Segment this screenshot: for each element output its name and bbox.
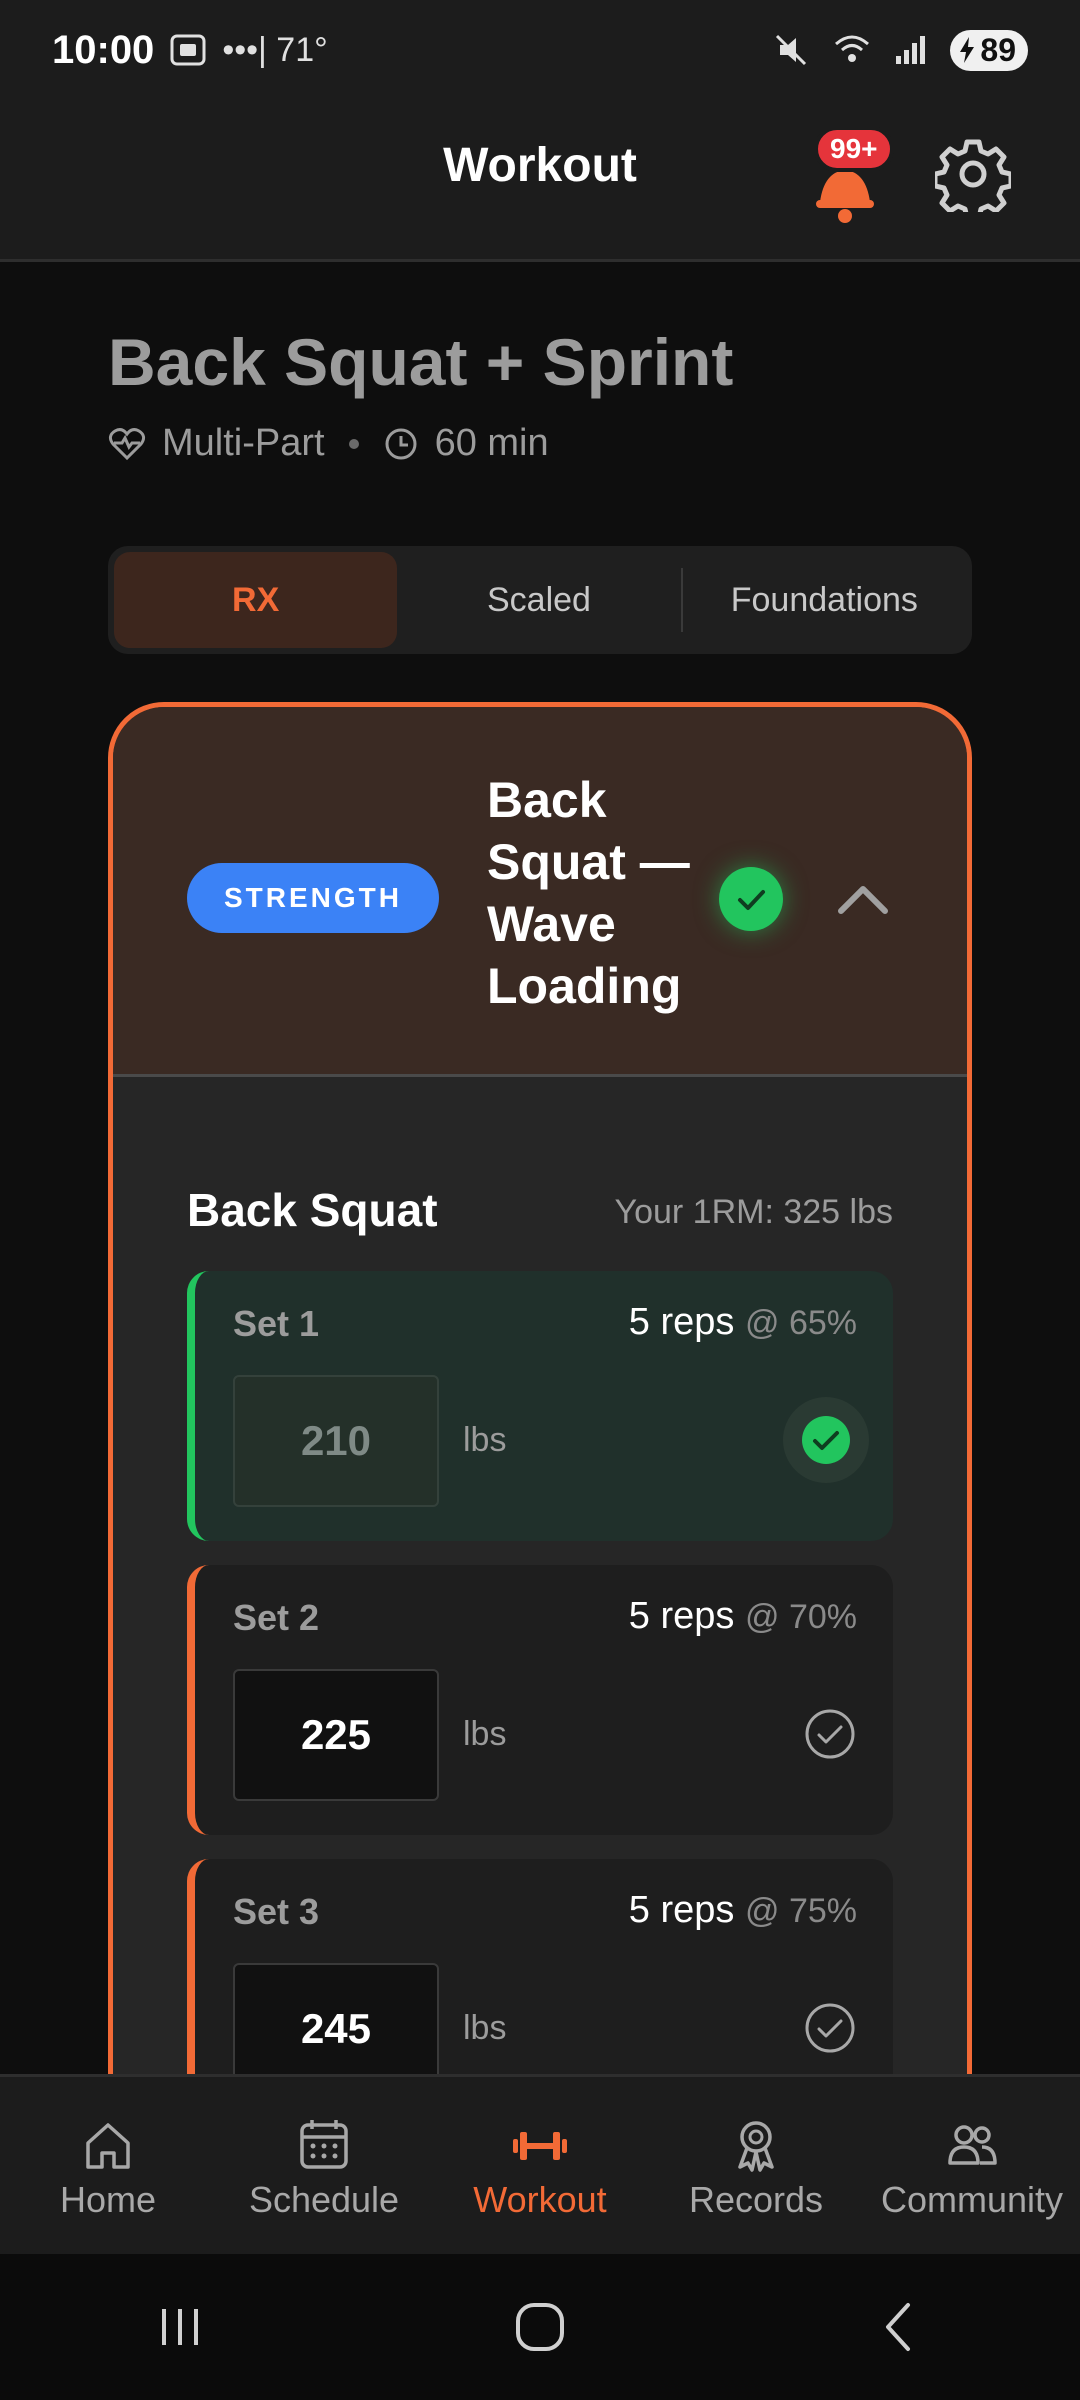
check-circle-outline-icon	[805, 1709, 855, 1759]
workout-content: Back Squat + Sprint Multi-Part 60 min RX…	[0, 262, 1080, 2074]
weight-unit: lbs	[463, 1715, 507, 1753]
set-complete-button[interactable]	[783, 1397, 869, 1483]
mute-icon	[776, 34, 807, 66]
tab-foundations[interactable]: Foundations	[683, 552, 966, 648]
nav-schedule[interactable]: Schedule	[219, 2077, 429, 2254]
home-button-icon[interactable]	[510, 2297, 570, 2357]
weight-input[interactable]: 225	[233, 1669, 439, 1801]
screenshot-icon	[170, 34, 206, 66]
set-complete-button[interactable]	[801, 1999, 859, 2057]
bottom-nav: Home Schedule Workout Records Community	[0, 2074, 1080, 2254]
set-row-3: Set 3 5 reps @ 75% 245 lbs	[187, 1859, 893, 2074]
status-bar: 10:00 •••| 71° 89	[0, 0, 1080, 100]
status-left: 10:00 •••| 71°	[52, 28, 328, 73]
people-icon	[948, 2125, 997, 2165]
nav-workout[interactable]: Workout	[435, 2077, 645, 2254]
clock-icon	[385, 428, 417, 459]
workout-type: Multi-Part	[162, 422, 325, 464]
exercise-name: Back Squat	[187, 1184, 438, 1236]
set-row-2: Set 2 5 reps @ 70% 225 lbs	[187, 1565, 893, 1835]
set-reps: 5 reps @ 70%	[629, 1595, 857, 1638]
nav-records[interactable]: Records	[651, 2077, 861, 2254]
calendar-icon	[300, 2120, 348, 2169]
dumbbell-icon	[513, 2132, 567, 2160]
set-label: Set 2	[233, 1597, 320, 1638]
settings-button[interactable]	[932, 136, 1014, 221]
set-complete-button[interactable]	[801, 1705, 859, 1763]
home-icon	[86, 2123, 130, 2169]
workout-duration: 60 min	[434, 422, 549, 464]
page-title: Workout	[443, 139, 637, 192]
notification-badge: 99+	[814, 126, 894, 172]
set-label: Set 1	[233, 1303, 320, 1344]
weight-unit: lbs	[463, 1421, 507, 1459]
one-rm-label: Your 1RM: 325 lbs	[614, 1193, 893, 1231]
weight-unit: lbs	[463, 2009, 507, 2047]
workout-meta: Multi-Part 60 min	[108, 422, 549, 465]
app-header: Workout 99+	[0, 100, 1080, 262]
nav-label: Home	[59, 2179, 157, 2220]
set-percentage: @ 65%	[744, 1304, 857, 1342]
tab-rx[interactable]: RX	[114, 552, 398, 648]
check-icon	[738, 890, 765, 910]
check-circle-outline-icon	[805, 2003, 855, 2053]
set-reps: 5 reps @ 65%	[629, 1301, 857, 1344]
set-percentage: @ 70%	[744, 1598, 857, 1636]
set-row-1: Set 1 5 reps @ 65% 210 lbs	[187, 1271, 893, 1541]
nav-community[interactable]: Community	[867, 2077, 1077, 2254]
block-complete-icon	[719, 867, 783, 931]
status-weather: •••| 71°	[222, 30, 328, 69]
wifi-icon	[835, 35, 870, 62]
set-label: Set 3	[233, 1891, 320, 1932]
block-tag: STRENGTH	[187, 863, 439, 933]
set-percentage: @ 75%	[744, 1892, 857, 1930]
battery-level: 89	[980, 31, 1016, 68]
heart-pulse-icon	[108, 427, 146, 460]
set-reps: 5 reps @ 75%	[629, 1889, 857, 1932]
nav-home[interactable]: Home	[3, 2077, 213, 2254]
weight-input[interactable]: 245	[233, 1963, 439, 2074]
set-reps-count: 5 reps	[628, 1595, 735, 1637]
nav-label: Workout	[473, 2179, 607, 2220]
battery-indicator: 89	[950, 29, 1028, 71]
workout-block-card: STRENGTH Back Squat — Wave Loading Back …	[108, 702, 972, 2074]
status-right: 89	[772, 29, 1028, 71]
system-nav-bar	[0, 2254, 1080, 2400]
chevron-up-icon[interactable]	[833, 871, 893, 927]
signal-icon	[896, 36, 926, 64]
workout-title: Back Squat + Sprint	[108, 325, 734, 399]
recent-apps-icon[interactable]	[150, 2299, 210, 2355]
set-reps-count: 5 reps	[628, 1889, 735, 1931]
weight-input[interactable]: 210	[233, 1375, 439, 1507]
back-icon[interactable]	[870, 2297, 930, 2357]
meta-separator	[348, 438, 359, 449]
nav-label: Schedule	[248, 2179, 400, 2220]
status-time: 10:00	[52, 27, 155, 72]
nav-label: Community	[880, 2179, 1064, 2220]
charging-icon	[960, 37, 975, 63]
gear-icon	[932, 139, 1014, 221]
check-circle-filled-icon	[802, 1416, 850, 1464]
block-header[interactable]: STRENGTH Back Squat — Wave Loading	[113, 707, 967, 1077]
notifications-button[interactable]: 99+	[800, 126, 894, 226]
nav-label: Records	[688, 2179, 824, 2220]
tab-scaled[interactable]: Scaled	[397, 552, 680, 648]
block-title: Back Squat — Wave Loading	[487, 772, 690, 1014]
set-reps-count: 5 reps	[628, 1301, 735, 1343]
scaling-tabs: RX Scaled Foundations	[108, 546, 972, 654]
medal-icon	[738, 2121, 774, 2172]
